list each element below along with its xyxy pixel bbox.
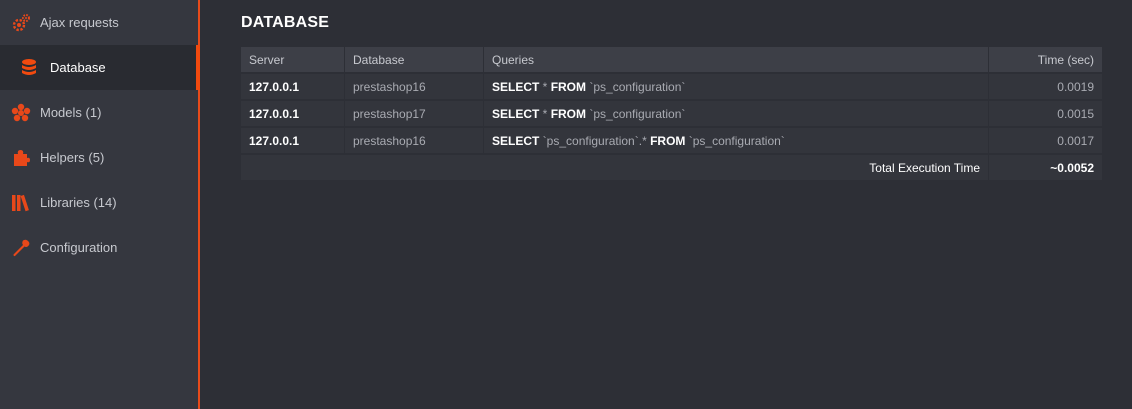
sql-keyword: SELECT: [492, 133, 540, 148]
server-cell: 127.0.0.1: [241, 74, 345, 101]
database-cell: prestashop17: [345, 101, 484, 128]
sidebar: Ajax requests Database Models (1) Helper…: [0, 0, 200, 409]
sidebar-item-label: Models (1): [40, 105, 102, 120]
sidebar-item-ajax-requests[interactable]: Ajax requests: [0, 0, 198, 45]
sql-table: `ps_configuration`: [586, 79, 686, 94]
query-cell[interactable]: SELECT * FROM `ps_configuration`: [484, 74, 989, 101]
table-row: 127.0.0.1 prestashop17 SELECT * FROM `ps…: [241, 101, 1102, 128]
server-cell: 127.0.0.1: [241, 128, 345, 155]
sidebar-item-label: Configuration: [40, 240, 118, 255]
sidebar-item-label: Libraries (14): [40, 195, 117, 210]
table-row: 127.0.0.1 prestashop16 SELECT * FROM `ps…: [241, 74, 1102, 101]
database-cell: prestashop16: [345, 74, 484, 101]
column-header-server: Server: [241, 47, 345, 74]
sql-columns: *: [539, 79, 551, 94]
column-header-database: Database: [345, 47, 484, 74]
gears-icon: [10, 12, 32, 34]
sql-keyword: SELECT: [492, 79, 540, 94]
sql-columns: `ps_configuration`.*: [539, 133, 651, 148]
sidebar-item-label: Ajax requests: [40, 15, 119, 30]
sql-keyword: FROM: [650, 133, 686, 148]
query-cell[interactable]: SELECT * FROM `ps_configuration`: [484, 101, 989, 128]
sql-table: `ps_configuration`: [685, 133, 785, 148]
total-execution-time-value: ~0.0052: [989, 155, 1102, 182]
asterisk-icon: [10, 102, 32, 124]
page-title: DATABASE: [241, 14, 330, 31]
sidebar-item-libraries[interactable]: Libraries (14): [0, 180, 198, 225]
sidebar-item-label: Database: [50, 60, 106, 75]
time-cell: 0.0015: [989, 101, 1102, 128]
time-cell: 0.0017: [989, 128, 1102, 155]
puzzle-icon: [10, 147, 32, 169]
database-icon: [18, 57, 40, 79]
main-panel: DATABASE Server Database Queries Time (s…: [200, 0, 1132, 409]
sidebar-item-helpers[interactable]: Helpers (5): [0, 135, 198, 180]
total-row: Total Execution Time ~0.0052: [241, 155, 1102, 182]
sql-columns: *: [539, 106, 551, 121]
column-header-queries: Queries: [484, 47, 989, 74]
query-cell[interactable]: SELECT `ps_configuration`.* FROM `ps_con…: [484, 128, 989, 155]
server-cell: 127.0.0.1: [241, 101, 345, 128]
sql-keyword: FROM: [550, 106, 587, 121]
books-icon: [10, 192, 32, 214]
queries-table: Server Database Queries Time (sec) 127.0…: [241, 47, 1102, 182]
sidebar-item-models[interactable]: Models (1): [0, 90, 198, 135]
sidebar-item-database[interactable]: Database: [0, 45, 200, 90]
sql-keyword: FROM: [550, 79, 587, 94]
table-row: 127.0.0.1 prestashop16 SELECT `ps_config…: [241, 128, 1102, 155]
table-header-row: Server Database Queries Time (sec): [241, 47, 1102, 74]
database-cell: prestashop16: [345, 128, 484, 155]
column-header-time: Time (sec): [989, 47, 1102, 74]
sidebar-item-configuration[interactable]: Configuration: [0, 225, 198, 270]
sidebar-item-label: Helpers (5): [40, 150, 105, 165]
time-cell: 0.0019: [989, 74, 1102, 101]
wrench-icon: [10, 237, 32, 259]
sql-keyword: SELECT: [492, 106, 540, 121]
total-execution-time-label: Total Execution Time: [241, 155, 989, 182]
sql-table: `ps_configuration`: [586, 106, 686, 121]
